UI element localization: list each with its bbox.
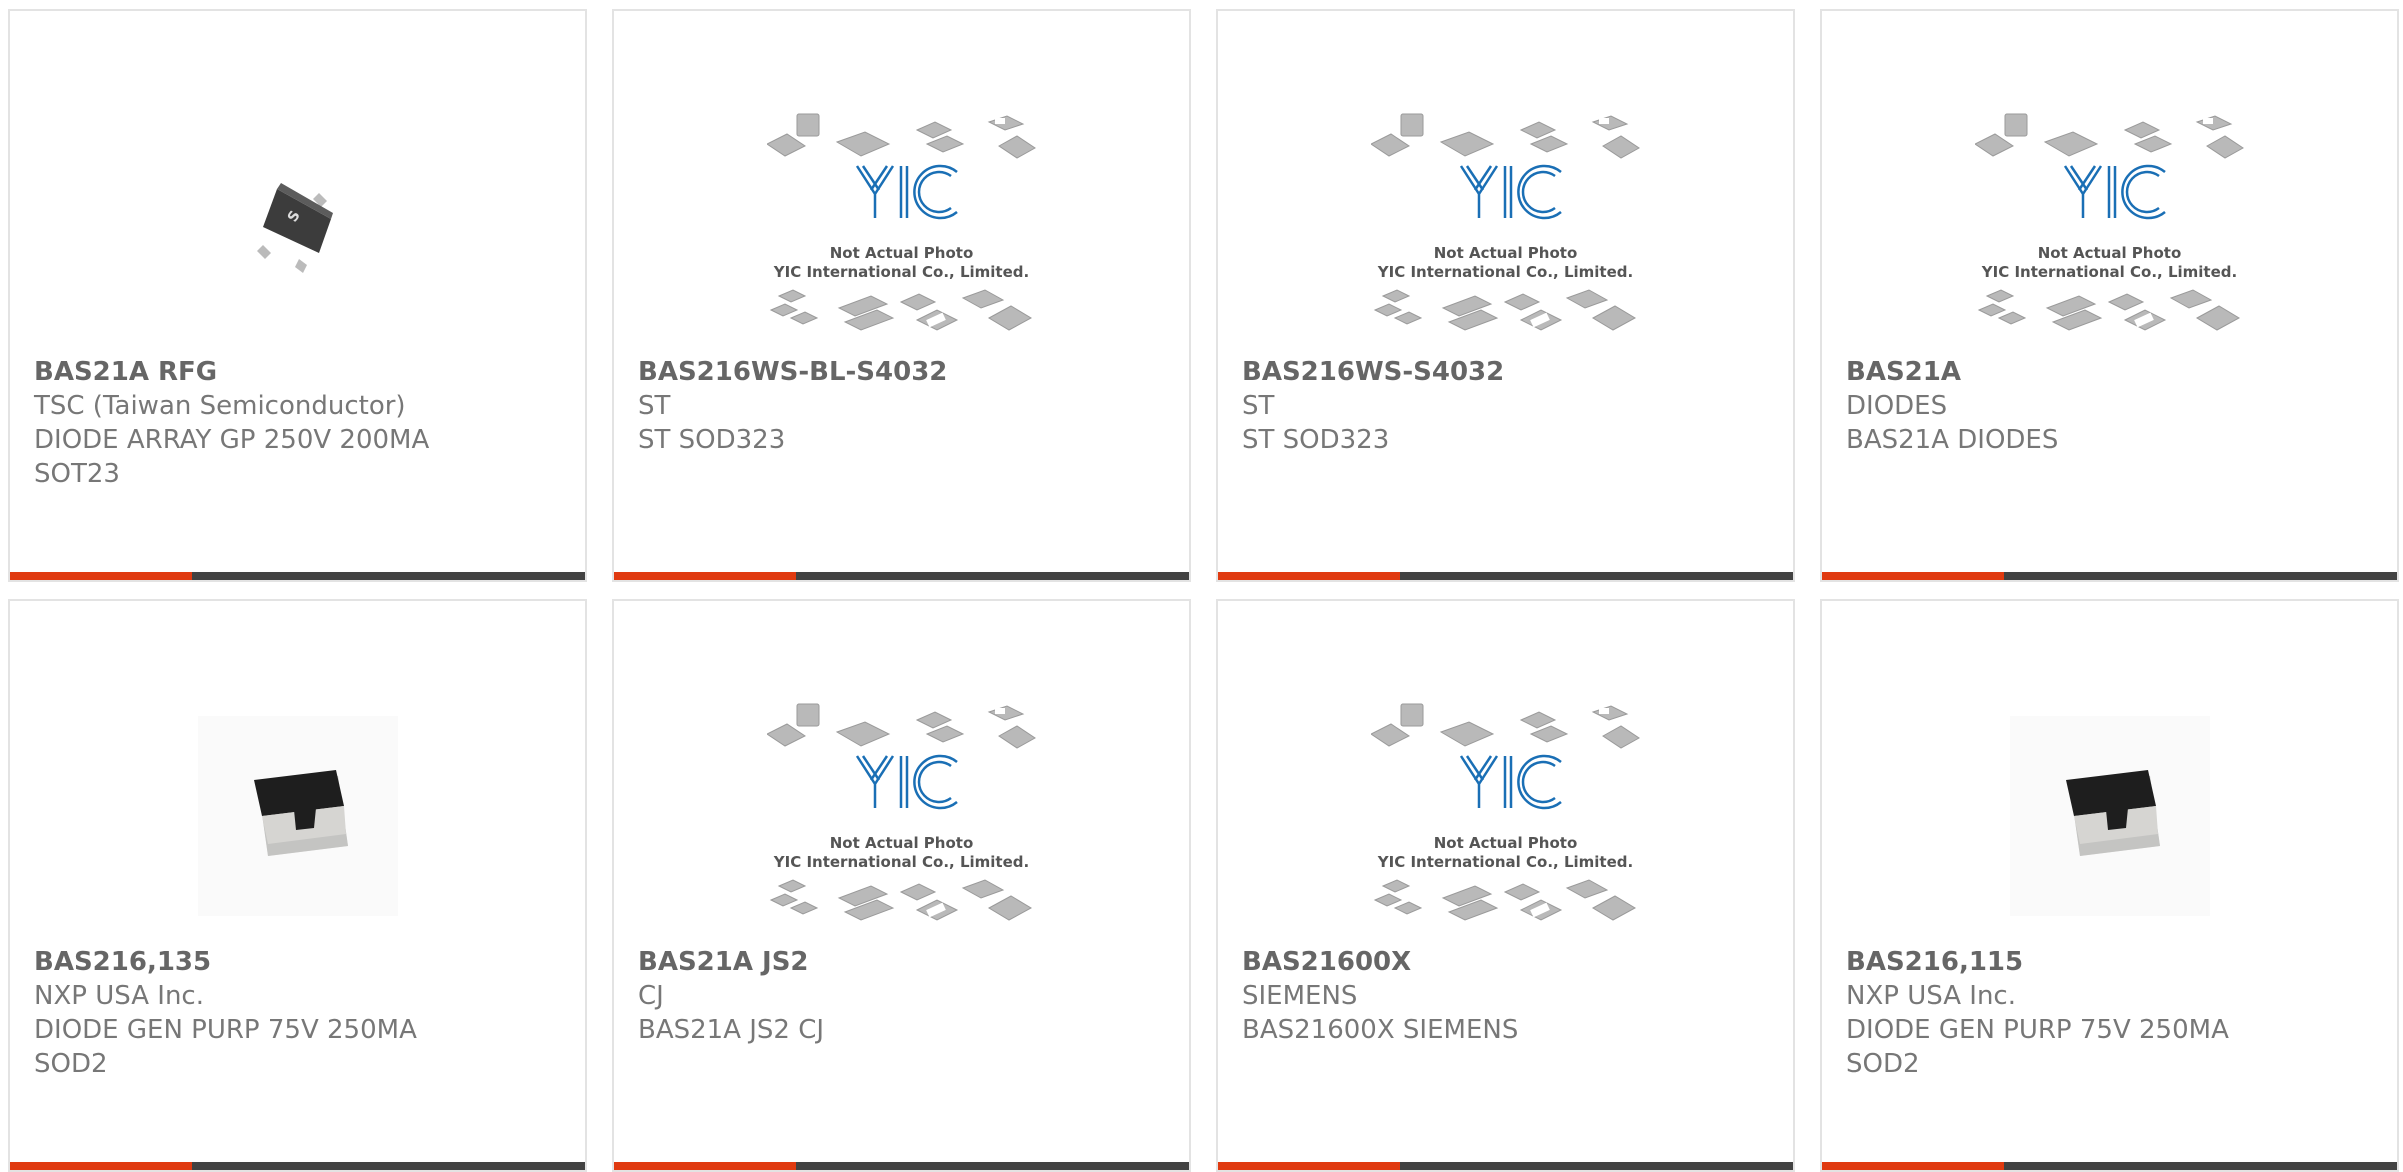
placeholder-note: Not Actual Photo bbox=[1433, 834, 1578, 852]
product-card[interactable]: BAS21A RFG TSC (Taiwan Semiconductor) DI… bbox=[8, 9, 587, 582]
placeholder-note: Not Actual Photo bbox=[829, 244, 974, 262]
placeholder-note: Not Actual Photo bbox=[1433, 244, 1578, 262]
card-accent-bar bbox=[1218, 1162, 1400, 1170]
yic-placeholder-image bbox=[767, 696, 1037, 936]
card-bottom-bar bbox=[1822, 572, 2397, 580]
part-number-link[interactable]: BAS21600X bbox=[1242, 945, 1781, 979]
card-accent-bar bbox=[1822, 1162, 2004, 1170]
part-number-link[interactable]: BAS21A bbox=[1846, 355, 2385, 389]
product-card[interactable]: Not Actual Photo YIC International Co., … bbox=[612, 9, 1191, 582]
product-card[interactable]: Not Actual Photo YIC International Co., … bbox=[1216, 9, 1795, 582]
description: DIODE GEN PURP 75V 250MA bbox=[34, 1015, 417, 1045]
card-accent-bar bbox=[614, 572, 796, 580]
placeholder-company: YIC International Co., Limited. bbox=[773, 853, 1030, 871]
yic-placeholder-image bbox=[1371, 696, 1641, 936]
manufacturer: TSC (Taiwan Semiconductor) bbox=[34, 391, 406, 421]
manufacturer: NXP USA Inc. bbox=[34, 981, 204, 1011]
part-number-link[interactable]: BAS21A JS2 bbox=[638, 945, 1177, 979]
placeholder-company: YIC International Co., Limited. bbox=[773, 263, 1030, 281]
card-accent-bar bbox=[1218, 572, 1400, 580]
description: BAS21A JS2 CJ bbox=[638, 1015, 825, 1045]
card-bottom-bar bbox=[10, 572, 585, 580]
product-card[interactable]: BAS216,115 NXP USA Inc. DIODE GEN PURP 7… bbox=[1820, 599, 2399, 1172]
part-number-link[interactable]: BAS216,115 bbox=[1846, 945, 2385, 979]
card-bottom-bar bbox=[10, 1162, 585, 1170]
manufacturer: ST bbox=[1242, 391, 1275, 421]
card-bottom-bar bbox=[614, 572, 1189, 580]
placeholder-note: Not Actual Photo bbox=[829, 834, 974, 852]
placeholder-company: YIC International Co., Limited. bbox=[1377, 853, 1634, 871]
product-image[interactable] bbox=[1822, 681, 2397, 951]
product-image[interactable]: Not Actual Photo YIC International Co., … bbox=[1218, 681, 1793, 951]
description: BAS21600X SIEMENS bbox=[1242, 1015, 1519, 1045]
description: BAS21A DIODES bbox=[1846, 425, 2059, 455]
description: DIODE ARRAY GP 250V 200MA bbox=[34, 425, 430, 455]
card-accent-bar bbox=[614, 1162, 796, 1170]
card-accent-bar bbox=[1822, 572, 2004, 580]
description: ST SOD323 bbox=[638, 425, 786, 455]
product-image[interactable]: Not Actual Photo YIC International Co., … bbox=[1218, 91, 1793, 361]
manufacturer: NXP USA Inc. bbox=[1846, 981, 2016, 1011]
product-card[interactable]: Not Actual Photo YIC International Co., … bbox=[1216, 599, 1795, 1172]
product-image[interactable]: Not Actual Photo YIC International Co., … bbox=[1822, 91, 2397, 361]
card-bottom-bar bbox=[614, 1162, 1189, 1170]
part-number-link[interactable]: BAS216WS-S4032 bbox=[1242, 355, 1781, 389]
description-package: SOD2 bbox=[1846, 1049, 1920, 1079]
yic-placeholder-image bbox=[767, 106, 1037, 346]
manufacturer: ST bbox=[638, 391, 671, 421]
sot23-package-photo bbox=[243, 171, 353, 281]
sod2-package-photo bbox=[2010, 716, 2210, 916]
product-image[interactable]: Not Actual Photo YIC International Co., … bbox=[614, 681, 1189, 951]
product-card[interactable]: Not Actual Photo YIC International Co., … bbox=[1820, 9, 2399, 582]
card-accent-bar bbox=[10, 1162, 192, 1170]
description-package: SOT23 bbox=[34, 459, 120, 489]
card-accent-bar bbox=[10, 572, 192, 580]
description: ST SOD323 bbox=[1242, 425, 1390, 455]
product-card[interactable]: Not Actual Photo YIC International Co., … bbox=[612, 599, 1191, 1172]
yic-placeholder-image bbox=[1975, 106, 2245, 346]
card-bottom-bar bbox=[1822, 1162, 2397, 1170]
manufacturer: SIEMENS bbox=[1242, 981, 1358, 1011]
manufacturer: DIODES bbox=[1846, 391, 1948, 421]
product-image[interactable] bbox=[10, 91, 585, 361]
sod2-package-photo bbox=[198, 716, 398, 916]
manufacturer: CJ bbox=[638, 981, 664, 1011]
placeholder-note: Not Actual Photo bbox=[2037, 244, 2182, 262]
part-number-link[interactable]: BAS216WS-BL-S4032 bbox=[638, 355, 1177, 389]
placeholder-company: YIC International Co., Limited. bbox=[1981, 263, 2238, 281]
product-card[interactable]: BAS216,135 NXP USA Inc. DIODE GEN PURP 7… bbox=[8, 599, 587, 1172]
card-bottom-bar bbox=[1218, 572, 1793, 580]
part-number-link[interactable]: BAS216,135 bbox=[34, 945, 573, 979]
description-package: SOD2 bbox=[34, 1049, 108, 1079]
card-bottom-bar bbox=[1218, 1162, 1793, 1170]
description: DIODE GEN PURP 75V 250MA bbox=[1846, 1015, 2229, 1045]
placeholder-company: YIC International Co., Limited. bbox=[1377, 263, 1634, 281]
product-image[interactable] bbox=[10, 681, 585, 951]
yic-placeholder-image bbox=[1371, 106, 1641, 346]
part-number-link[interactable]: BAS21A RFG bbox=[34, 355, 573, 389]
product-image[interactable]: Not Actual Photo YIC International Co., … bbox=[614, 91, 1189, 361]
